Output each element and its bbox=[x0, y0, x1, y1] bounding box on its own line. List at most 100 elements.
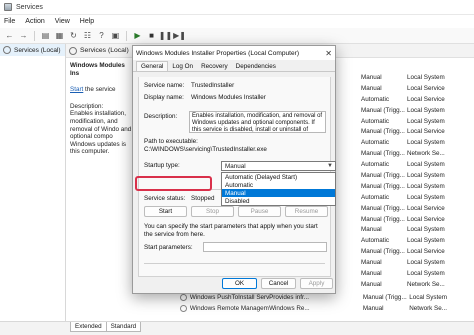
tab-general[interactable]: General bbox=[136, 61, 169, 71]
table-row[interactable]: Manual (Trigg... Local Service bbox=[359, 214, 474, 225]
service-startup: Manual (Trigg... bbox=[361, 248, 405, 256]
stop-service-icon[interactable]: ■ bbox=[146, 30, 157, 41]
table-row[interactable]: Manual Local Service bbox=[359, 83, 474, 94]
table-row[interactable]: Manual Network Se... bbox=[359, 279, 474, 290]
pane-header-title: Services (Local) bbox=[80, 47, 129, 54]
stop-button[interactable]: Stop bbox=[191, 206, 234, 217]
refresh-icon[interactable]: ↻ bbox=[68, 30, 79, 41]
cancel-button[interactable]: Cancel bbox=[261, 278, 296, 289]
menu-help[interactable]: Help bbox=[80, 18, 94, 25]
tree-node-services-local[interactable]: Services (Local) bbox=[0, 44, 65, 56]
services-list-columns: Manual Local System Manual Local Service Aut… bbox=[359, 72, 474, 290]
resume-button[interactable]: Resume bbox=[285, 206, 328, 217]
startup-type-select[interactable]: Manual ▼ bbox=[221, 161, 336, 171]
start-button[interactable]: Start bbox=[144, 206, 187, 217]
service-logon: Local Service bbox=[407, 248, 445, 256]
option-disabled[interactable]: Disabled bbox=[222, 197, 335, 205]
table-row[interactable]: Automatic Local System bbox=[359, 192, 474, 203]
service-startup: Manual (Trigg... bbox=[361, 204, 405, 212]
start-service-link[interactable]: Start bbox=[70, 86, 83, 93]
service-status-label: Service status: bbox=[144, 195, 186, 202]
start-service-icon[interactable]: ▶ bbox=[132, 30, 143, 41]
services-app-icon bbox=[4, 3, 12, 11]
service-description: Provides infr... bbox=[269, 294, 309, 301]
startup-type-label: Startup type: bbox=[144, 162, 180, 169]
pause-service-icon[interactable]: ❚❚ bbox=[159, 30, 172, 41]
table-row[interactable]: Manual Local System bbox=[359, 72, 474, 83]
description-label: Description: bbox=[70, 102, 104, 110]
table-row[interactable]: Manual Local System bbox=[359, 224, 474, 235]
service-logon: Local System bbox=[407, 161, 445, 169]
export-list-icon[interactable]: ☷ bbox=[82, 30, 93, 41]
restart-service-icon[interactable]: ▶❚ bbox=[173, 30, 186, 41]
tab-dependencies[interactable]: Dependencies bbox=[232, 62, 280, 71]
service-startup: Manual (Trigg... bbox=[361, 171, 405, 179]
service-startup: Manual bbox=[361, 226, 382, 234]
show-pane-icon[interactable]: ▦ bbox=[54, 30, 65, 41]
service-name-label: Service name: bbox=[144, 82, 185, 89]
service-description-panel: Windows Modules Ins Start the service De… bbox=[70, 62, 134, 156]
startup-type-dropdown: Automatic (Delayed Start) Automatic Manu… bbox=[221, 172, 336, 206]
start-link-suffix: the service bbox=[83, 86, 116, 94]
selected-service-name: Windows Modules Ins bbox=[70, 62, 125, 77]
service-startup: Manual bbox=[361, 280, 382, 288]
console-tree-icon[interactable]: ▤ bbox=[40, 30, 51, 41]
service-logon: Local System bbox=[407, 269, 445, 277]
service-logon: Local System bbox=[407, 193, 445, 201]
properties-icon[interactable]: ▣ bbox=[110, 30, 121, 41]
option-automatic-delayed[interactable]: Automatic (Delayed Start) bbox=[222, 173, 335, 181]
tab-standard[interactable]: Standard bbox=[105, 322, 142, 332]
service-logon: Local System bbox=[407, 73, 445, 81]
close-icon[interactable]: ✕ bbox=[325, 49, 332, 58]
ok-button[interactable]: OK bbox=[222, 278, 257, 289]
start-parameters-label: Start parameters: bbox=[144, 244, 193, 251]
service-logon: Local System bbox=[407, 117, 445, 125]
service-startup: Manual (Trigg... bbox=[361, 106, 405, 114]
table-row[interactable]: Manual (Trigg... Network Se... bbox=[359, 148, 474, 159]
pause-button[interactable]: Pause bbox=[238, 206, 281, 217]
table-row[interactable]: Manual (Trigg... Local Service bbox=[359, 126, 474, 137]
service-description: Windows Re... bbox=[269, 305, 310, 312]
option-automatic[interactable]: Automatic bbox=[222, 181, 335, 189]
table-row[interactable]: Automatic Local System bbox=[359, 159, 474, 170]
table-row[interactable]: Windows Remote Managem... Windows Re... … bbox=[180, 303, 474, 314]
menu-file[interactable]: File bbox=[4, 18, 15, 25]
table-row[interactable]: Manual Local System bbox=[359, 257, 474, 268]
table-row[interactable]: Manual (Trigg... Local Service bbox=[359, 246, 474, 257]
help-icon[interactable]: ? bbox=[96, 30, 107, 41]
table-row[interactable]: Manual (Trigg... Local System bbox=[359, 105, 474, 116]
tree-node-label: Services (Local) bbox=[14, 46, 61, 54]
menu-action[interactable]: Action bbox=[25, 18, 44, 25]
table-row[interactable]: Automatic Local System bbox=[359, 116, 474, 127]
tab-extended[interactable]: Extended bbox=[70, 322, 107, 332]
service-logon: Local System bbox=[407, 139, 445, 147]
apply-button[interactable]: Apply bbox=[300, 278, 333, 289]
table-row[interactable]: Manual (Trigg... Local Service bbox=[359, 203, 474, 214]
start-parameters-input[interactable] bbox=[203, 242, 327, 252]
table-row[interactable]: Automatic Local Service bbox=[359, 94, 474, 105]
option-manual[interactable]: Manual bbox=[222, 189, 335, 197]
service-startup: Manual bbox=[361, 259, 382, 267]
description-box: Enables installation, modification, and … bbox=[189, 111, 326, 133]
table-row[interactable]: Automatic Local System bbox=[359, 235, 474, 246]
service-startup: Manual (Trigg... bbox=[361, 215, 405, 223]
back-icon[interactable]: ← bbox=[4, 30, 15, 41]
table-row[interactable]: Automatic Local System bbox=[359, 137, 474, 148]
service-logon: Local Service bbox=[407, 128, 445, 136]
table-row[interactable]: Manual (Trigg... Local System bbox=[359, 170, 474, 181]
tab-recovery[interactable]: Recovery bbox=[197, 62, 232, 71]
service-logon: Local System bbox=[407, 182, 445, 190]
table-row[interactable]: Manual Local System bbox=[359, 268, 474, 279]
gear-icon bbox=[180, 294, 187, 301]
table-row[interactable]: Manual (Trigg... Local System bbox=[359, 181, 474, 192]
menu-view[interactable]: View bbox=[55, 18, 70, 25]
tab-log-on[interactable]: Log On bbox=[168, 62, 197, 71]
service-status-value: Stopped bbox=[191, 195, 215, 202]
service-logon: Local System bbox=[407, 106, 445, 114]
service-startup: Manual bbox=[362, 305, 384, 312]
manual-option-highlight bbox=[135, 176, 212, 191]
service-name: Windows Remote Managem... bbox=[189, 305, 270, 312]
service-logon: Local System bbox=[407, 237, 445, 245]
service-logon: Local System bbox=[409, 294, 448, 301]
forward-icon[interactable]: → bbox=[18, 30, 29, 41]
